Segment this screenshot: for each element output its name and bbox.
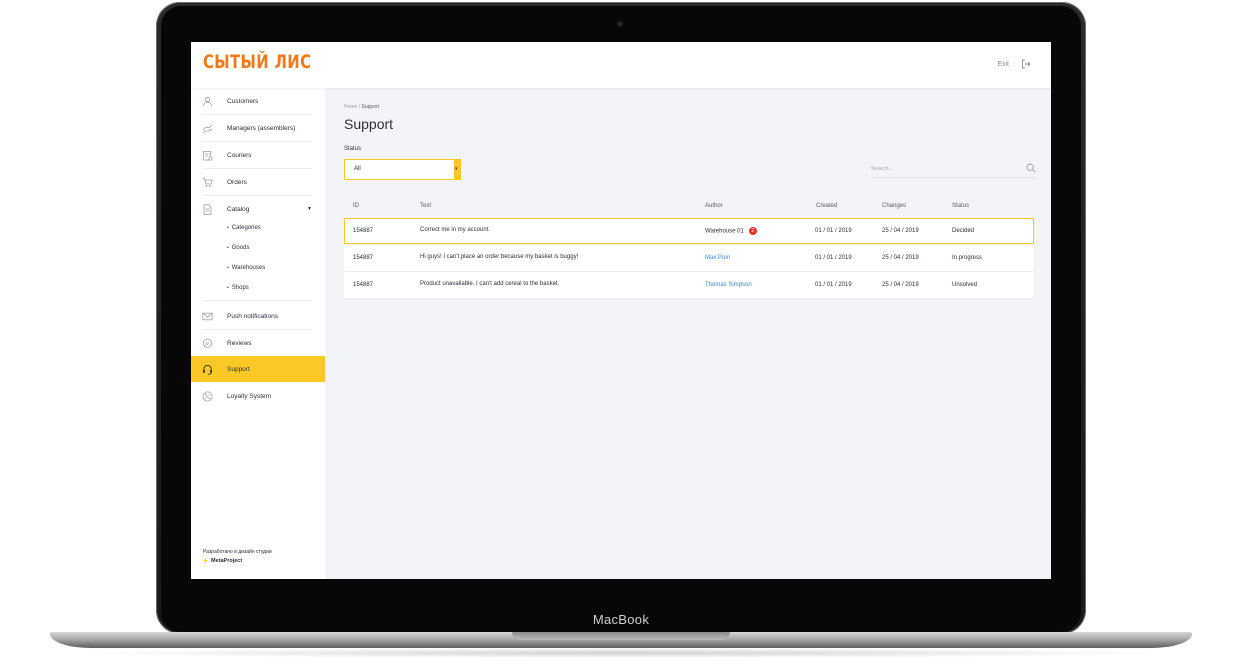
- breadcrumb-current: Support: [361, 104, 380, 110]
- user-icon: [203, 96, 212, 106]
- cell-created: 01 / 01 / 2019: [815, 228, 852, 234]
- cart-icon: [202, 177, 213, 187]
- table-row[interactable]: 154887 Product unavailable. I can't add …: [344, 272, 1034, 298]
- sidebar-item-customers[interactable]: Customers: [191, 88, 325, 114]
- sidebar-item-managers[interactable]: Managers (assemblers): [191, 115, 325, 141]
- chat-icon: [202, 338, 213, 348]
- percent-icon: [202, 391, 213, 401]
- cell-author-link[interactable]: Max Poin: [705, 255, 730, 261]
- column-header-author[interactable]: Author: [705, 203, 723, 209]
- laptop-notch: [512, 632, 730, 640]
- status-filter-label: Status: [344, 146, 362, 152]
- studio-credit: Разработано в дизайн студии: [203, 549, 272, 555]
- sidebar: Customers Managers (assemblers) Couriers…: [191, 88, 325, 579]
- sidebar-subitem-shops[interactable]: Shops: [227, 285, 249, 291]
- sidebar-item-label: Catalog: [227, 205, 250, 213]
- mail-icon: [202, 312, 213, 320]
- cell-author-link[interactable]: Thomas Simpson: [705, 282, 752, 288]
- cell-changes: 25 / 04 / 2019: [882, 255, 919, 261]
- device-brand: MacBook: [592, 612, 650, 627]
- headset-icon: [203, 364, 212, 375]
- document-icon: [203, 203, 212, 215]
- chevron-down-icon: ▼: [307, 206, 312, 212]
- hand-icon: [202, 124, 213, 133]
- cell-id: 154887: [353, 282, 374, 288]
- app-screen: СЫТЫЙ ЛИС Exit Customers Managers (assem…: [191, 42, 1051, 579]
- breadcrumb-home[interactable]: Home: [344, 104, 357, 110]
- author-name: Warehouse 01: [705, 228, 744, 235]
- cell-status: Unsolved: [952, 282, 978, 288]
- cell-changes: 25 / 04 / 2019: [882, 228, 919, 234]
- column-header-id[interactable]: ID: [353, 203, 359, 209]
- sidebar-item-label: Loyalty System: [227, 392, 272, 400]
- cell-status: Decided: [952, 228, 975, 234]
- status-select[interactable]: All ▾: [344, 159, 461, 180]
- cell-id: 154887: [353, 228, 374, 234]
- sidebar-item-reviews[interactable]: Reviews: [191, 330, 325, 356]
- sidebar-item-label: Reviews: [227, 339, 252, 347]
- table-row[interactable]: 154887 Correct me in my account. Warehou…: [344, 218, 1034, 244]
- sidebar-subitem-warehouses[interactable]: Warehouses: [227, 265, 265, 271]
- cell-text: Product unavailable. I can't add cereal …: [420, 281, 560, 287]
- sidebar-item-label: Orders: [227, 178, 247, 186]
- laptop-shadow: [70, 648, 1172, 658]
- sidebar-item-label: Push notifications: [227, 312, 278, 320]
- search-icon[interactable]: [1026, 163, 1036, 173]
- cell-created: 01 / 01 / 2019: [815, 255, 852, 261]
- sidebar-subitem-categories[interactable]: Categories: [227, 225, 261, 231]
- column-header-text[interactable]: Text: [420, 203, 431, 209]
- status-select-value: All: [354, 166, 361, 172]
- sidebar-item-catalog[interactable]: Catalog ▼: [191, 196, 325, 222]
- column-header-status[interactable]: Status: [952, 203, 969, 209]
- sidebar-item-label: Customers: [227, 97, 259, 105]
- column-header-created[interactable]: Created: [816, 203, 837, 209]
- sidebar-item-support[interactable]: Support: [191, 356, 325, 382]
- logout-icon: [1022, 59, 1031, 69]
- sidebar-item-push-notifications[interactable]: Push notifications: [191, 303, 325, 329]
- sidebar-item-label: Managers (assemblers): [227, 124, 296, 132]
- sidebar-subitem-goods[interactable]: Goods: [227, 245, 250, 251]
- app-logo[interactable]: СЫТЫЙ ЛИС: [203, 51, 311, 73]
- camera-icon: [617, 21, 623, 27]
- search-placeholder: Search...: [871, 166, 894, 172]
- sidebar-item-couriers[interactable]: Couriers: [191, 142, 325, 168]
- cell-status: In progress: [952, 255, 983, 261]
- breadcrumb: Home / Support: [344, 104, 379, 110]
- top-bar: СЫТЫЙ ЛИС Exit: [191, 42, 1051, 88]
- exit-label: Exit: [997, 60, 1009, 68]
- search-input[interactable]: Search...: [871, 159, 1036, 178]
- exit-button[interactable]: Exit: [997, 59, 1031, 69]
- clipboard-icon: [203, 150, 213, 160]
- cell-text: Correct me in my account.: [420, 227, 491, 233]
- sidebar-item-label: Support: [227, 365, 250, 373]
- cell-created: 01 / 01 / 2019: [815, 282, 852, 288]
- column-header-changes[interactable]: Changes: [882, 203, 906, 209]
- lightning-icon: [203, 557, 208, 564]
- sidebar-item-loyalty-system[interactable]: Loyalty System: [191, 383, 325, 409]
- notification-badge: 2: [748, 227, 757, 235]
- cell-author: Warehouse 01 2: [705, 227, 757, 235]
- studio-brand[interactable]: MetaProject: [203, 557, 242, 564]
- sidebar-item-label: Couriers: [227, 151, 252, 159]
- cell-text: Hi guys! I can't place an order because …: [420, 254, 579, 260]
- chevron-down-icon: ▾: [455, 166, 458, 172]
- studio-brand-name: MetaProject: [211, 557, 243, 564]
- dropdown-toggle[interactable]: ▾: [454, 159, 461, 180]
- table-row[interactable]: 154887 Hi guys! I can't place an order b…: [344, 245, 1034, 271]
- sidebar-item-orders[interactable]: Orders: [191, 169, 325, 195]
- divider: [202, 300, 312, 301]
- cell-changes: 25 / 04 / 2019: [882, 282, 919, 288]
- page-title: Support: [344, 116, 394, 132]
- cell-id: 154887: [353, 255, 374, 261]
